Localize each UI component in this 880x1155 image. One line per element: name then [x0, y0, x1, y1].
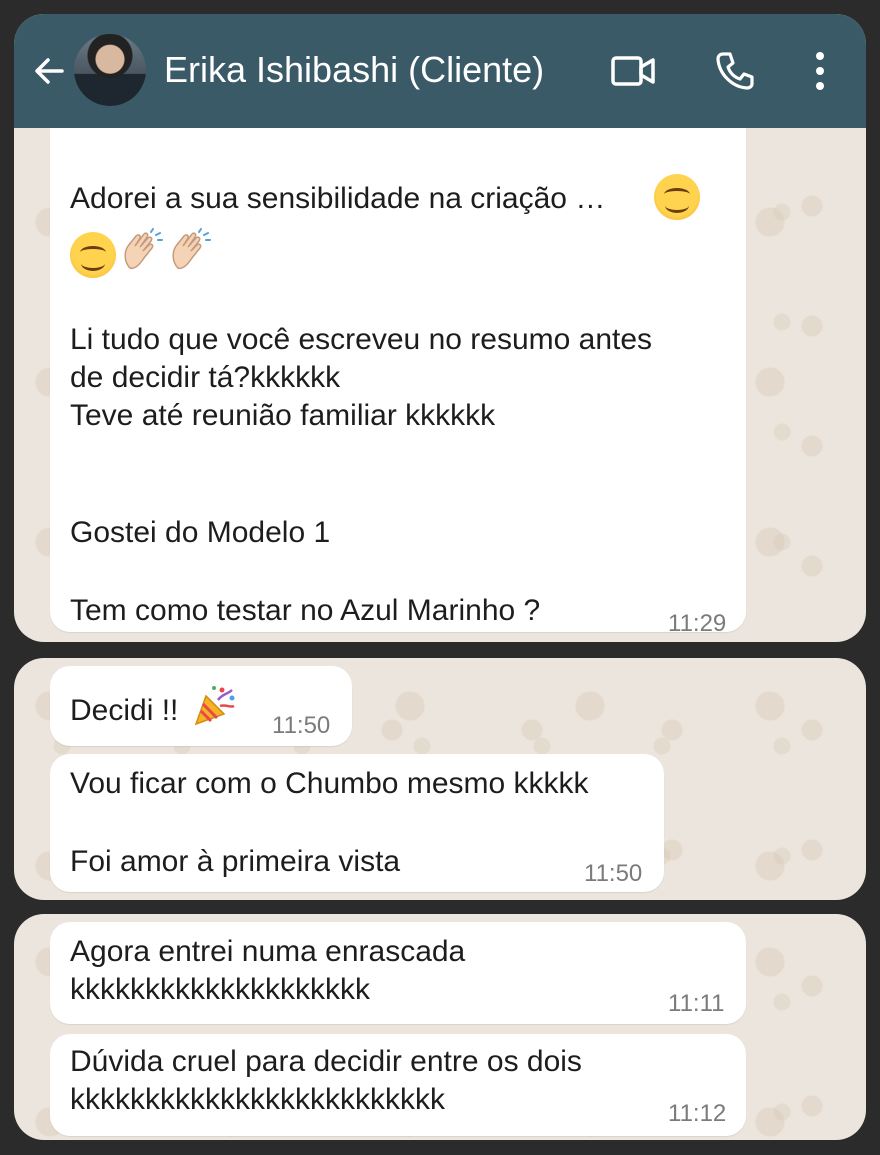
video-call-icon[interactable]: [610, 52, 656, 90]
message-line: de decidir tá?kkkkkk: [70, 361, 341, 394]
message-timestamp: 11:12: [668, 1100, 727, 1127]
message-line: kkkkkkkkkkkkkkkkkkkkkkkkk: [70, 1083, 445, 1116]
chat-screenshot-3: Agora entrei numa enrascada kkkkkkkkkkkk…: [14, 914, 866, 1140]
back-arrow-icon[interactable]: [32, 54, 66, 88]
message-timestamp: 11:29: [668, 610, 727, 637]
more-options-icon[interactable]: [810, 50, 830, 92]
smiling-face-icon: [654, 174, 700, 220]
message-timestamp: 11:50: [272, 712, 331, 739]
message-line: Teve até reunião familiar kkkkkk: [70, 399, 496, 432]
message-line: Tem como testar no Azul Marinho ?: [70, 594, 541, 627]
clapping-hands-icon: [124, 228, 163, 270]
message-line: Gostei do Modelo 1: [70, 516, 331, 549]
message-bubble[interactable]: Agora entrei numa enrascada kkkkkkkkkkkk…: [50, 922, 746, 1024]
phone-icon[interactable]: [714, 50, 756, 92]
party-popper-icon: [194, 686, 235, 726]
message-timestamp: 11:11: [668, 990, 725, 1017]
message-line: Vou ficar com o Chumbo mesmo kkkkk: [70, 767, 589, 800]
message-line: Dúvida cruel para decidir entre os dois: [70, 1045, 582, 1078]
chat-header: Erika Ishibashi (Cliente): [14, 14, 866, 128]
message-bubble[interactable]: Decidi !! 11:50: [50, 666, 352, 746]
clapping-hands-icon: [172, 228, 211, 270]
message-line: Adorei a sua sensibilidade na criação …: [70, 182, 606, 215]
message-line: Li tudo que você escreveu no resumo ante…: [70, 323, 653, 356]
contact-name[interactable]: Erika Ishibashi (Cliente): [164, 46, 544, 94]
message-bubble[interactable]: Dúvida cruel para decidir entre os dois …: [50, 1034, 746, 1136]
message-timestamp: 11:50: [584, 860, 643, 887]
smiling-face-icon: [70, 232, 116, 278]
chat-screenshot-1: Erika Ishibashi (Cliente) Adorei a sua s…: [14, 14, 866, 642]
message-line: Agora entrei numa enrascada: [70, 935, 466, 968]
chat-screenshot-2: Decidi !! 11:50 Vou ficar com o Chumbo m…: [14, 658, 866, 900]
message-bubble[interactable]: Adorei a sua sensibilidade na criação … …: [50, 128, 746, 637]
message-text: Decidi !!: [70, 694, 179, 727]
message-line: kkkkkkkkkkkkkkkkkkkk: [70, 973, 370, 1006]
avatar[interactable]: [74, 34, 146, 106]
message-bubble[interactable]: Vou ficar com o Chumbo mesmo kkkkk Foi a…: [50, 754, 664, 892]
message-line: Foi amor à primeira vista: [70, 845, 401, 878]
